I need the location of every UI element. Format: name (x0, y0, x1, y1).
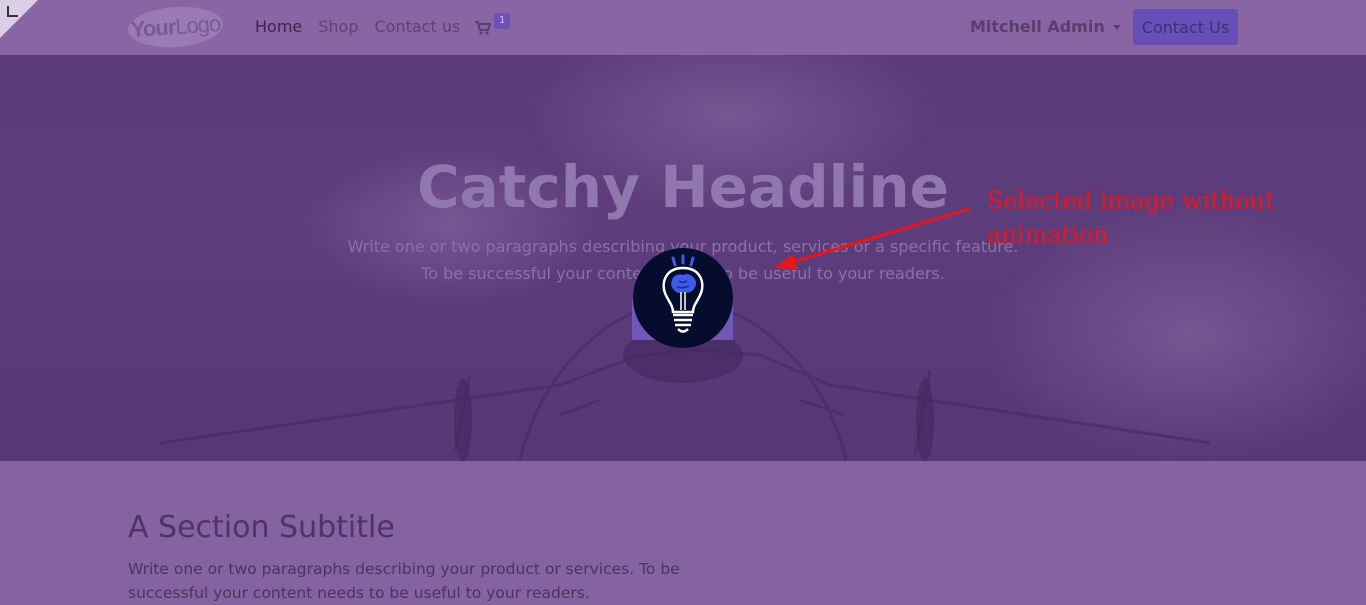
logo-logo: Logo (174, 10, 221, 39)
section-subtitle: A Section Subtitle (128, 510, 395, 545)
annotation-line-1: Selected image without (987, 187, 1275, 215)
user-name: Mitchell Admin (970, 17, 1105, 36)
selected-image[interactable] (633, 248, 733, 348)
nav-item-home[interactable]: Home (255, 17, 302, 36)
annotation-line-2: animation (987, 221, 1109, 249)
contact-us-button[interactable]: Contact Us (1133, 9, 1238, 45)
nav-item-shop[interactable]: Shop (318, 17, 358, 36)
nav-item-contact[interactable]: Contact us (375, 17, 461, 36)
editor-corner-handle[interactable] (0, 0, 38, 38)
cart-icon (475, 21, 491, 35)
site-logo[interactable]: YourLogo (126, 3, 225, 51)
hero-section: Catchy Headline Write one or two paragra… (0, 55, 1366, 461)
user-menu[interactable]: Mitchell Admin (970, 17, 1121, 36)
cart-link[interactable]: 1 (475, 13, 511, 38)
logo-your: Your (129, 14, 177, 43)
corner-bracket-icon (7, 6, 18, 17)
annotation-text: Selected image without animation (987, 184, 1317, 252)
section-paragraph: Write one or two paragraphs describing y… (128, 560, 680, 602)
caret-down-icon (1112, 25, 1121, 30)
cart-count-badge: 1 (494, 13, 511, 29)
site-header: YourLogo Home Shop Contact us 1 Mitchell… (0, 0, 1366, 55)
main-nav: Home Shop Contact us (255, 17, 476, 36)
lightbulb-brain-icon (662, 254, 704, 333)
